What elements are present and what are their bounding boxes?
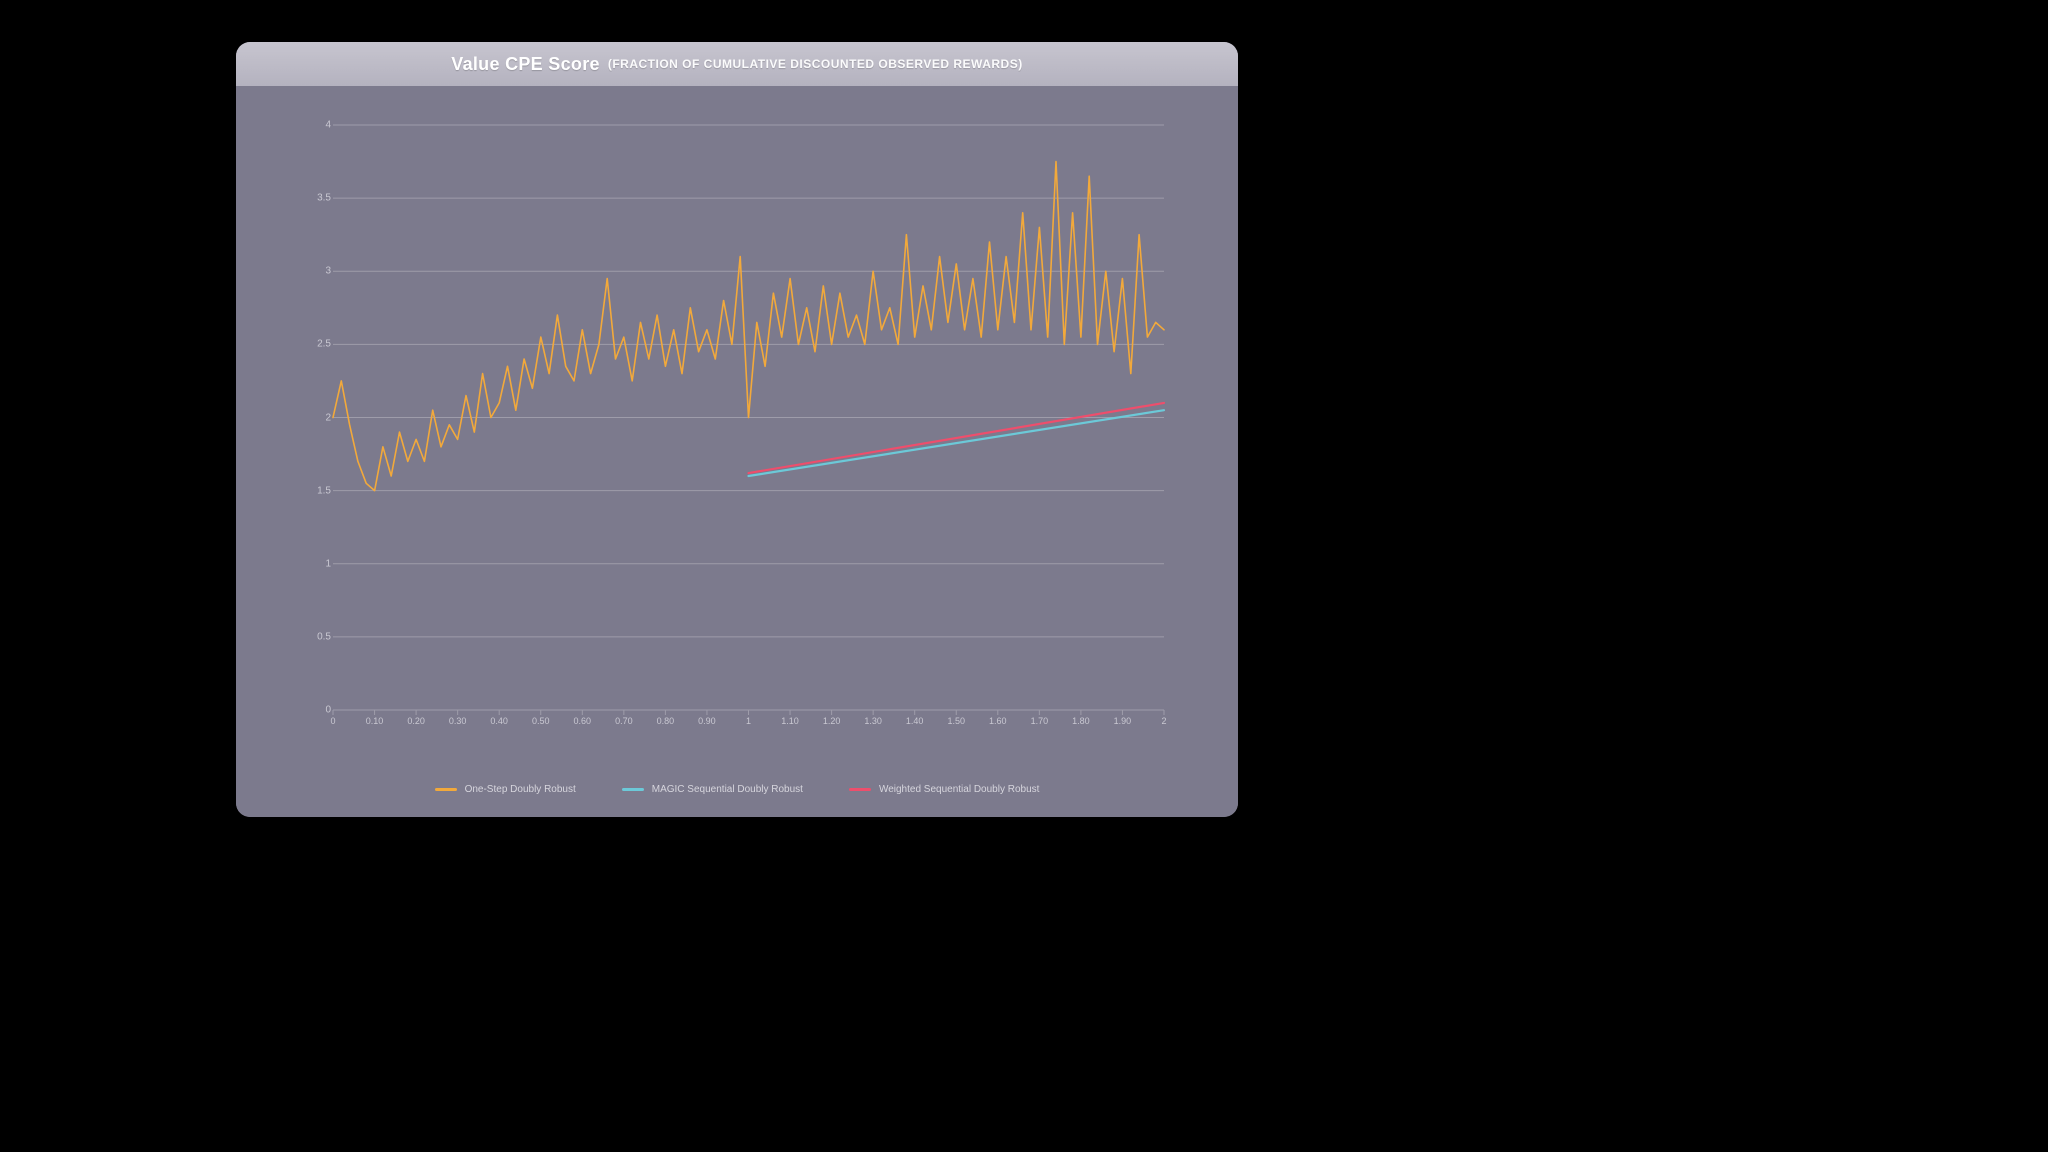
legend-item: MAGIC Sequential Doubly Robust bbox=[622, 784, 803, 795]
x-tick-label: 1.90 bbox=[1109, 716, 1135, 726]
x-tick-label: 1.50 bbox=[943, 716, 969, 726]
plot-area: 00.511.522.533.5400.100.200.300.400.500.… bbox=[333, 125, 1164, 710]
x-tick-label: 0.20 bbox=[403, 716, 429, 726]
x-tick-label: 2 bbox=[1151, 716, 1177, 726]
y-tick-label: 3 bbox=[305, 266, 331, 277]
chart-header: Value CPE Score (FRACTION OF CUMULATIVE … bbox=[236, 42, 1238, 86]
series-line bbox=[749, 410, 1165, 476]
x-tick-label: 1.30 bbox=[860, 716, 886, 726]
series-line bbox=[749, 403, 1165, 473]
y-tick-label: 2 bbox=[305, 412, 331, 423]
legend-label: One-Step Doubly Robust bbox=[465, 784, 576, 795]
legend-label: MAGIC Sequential Doubly Robust bbox=[652, 784, 803, 795]
x-tick-label: 1 bbox=[736, 716, 762, 726]
legend: One-Step Doubly Robust MAGIC Sequential … bbox=[236, 784, 1238, 795]
y-tick-label: 4 bbox=[305, 120, 331, 131]
y-tick-label: 1.5 bbox=[305, 485, 331, 496]
y-tick-label: 3.5 bbox=[305, 193, 331, 204]
y-tick-label: 1 bbox=[305, 558, 331, 569]
legend-swatch bbox=[435, 788, 457, 791]
y-tick-label: 0.5 bbox=[305, 631, 331, 642]
x-tick-label: 0.90 bbox=[694, 716, 720, 726]
legend-swatch bbox=[622, 788, 644, 791]
x-tick-label: 1.40 bbox=[902, 716, 928, 726]
x-tick-label: 1.20 bbox=[819, 716, 845, 726]
chart-title: Value CPE Score bbox=[451, 54, 600, 75]
x-tick-label: 0.50 bbox=[528, 716, 554, 726]
legend-label: Weighted Sequential Doubly Robust bbox=[879, 784, 1039, 795]
x-tick-label: 1.70 bbox=[1026, 716, 1052, 726]
legend-item: One-Step Doubly Robust bbox=[435, 784, 576, 795]
legend-swatch bbox=[849, 788, 871, 791]
chart-card: Value CPE Score (FRACTION OF CUMULATIVE … bbox=[236, 42, 1238, 817]
chart-body: 0 0.5 1 1.5 2 2.5 3 3.5 4 0 0.10 0.20 0.30 0.40 0.50 0.… bbox=[236, 86, 1238, 817]
x-tick-label: 1.60 bbox=[985, 716, 1011, 726]
x-tick-label: 0.40 bbox=[486, 716, 512, 726]
y-tick-label: 2.5 bbox=[305, 339, 331, 350]
series-line bbox=[333, 162, 1164, 491]
x-tick-label: 0 bbox=[320, 716, 346, 726]
y-tick-label: 0 bbox=[305, 705, 331, 716]
chart-subtitle: (FRACTION OF CUMULATIVE DISCOUNTED OBSER… bbox=[608, 57, 1023, 71]
x-tick-label: 0.60 bbox=[569, 716, 595, 726]
x-tick-label: 1.80 bbox=[1068, 716, 1094, 726]
x-tick-label: 0.80 bbox=[652, 716, 678, 726]
x-tick-label: 0.30 bbox=[445, 716, 471, 726]
x-tick-label: 0.10 bbox=[362, 716, 388, 726]
chart-svg bbox=[333, 125, 1164, 710]
x-tick-label: 1.10 bbox=[777, 716, 803, 726]
legend-item: Weighted Sequential Doubly Robust bbox=[849, 784, 1039, 795]
x-tick-label: 0.70 bbox=[611, 716, 637, 726]
